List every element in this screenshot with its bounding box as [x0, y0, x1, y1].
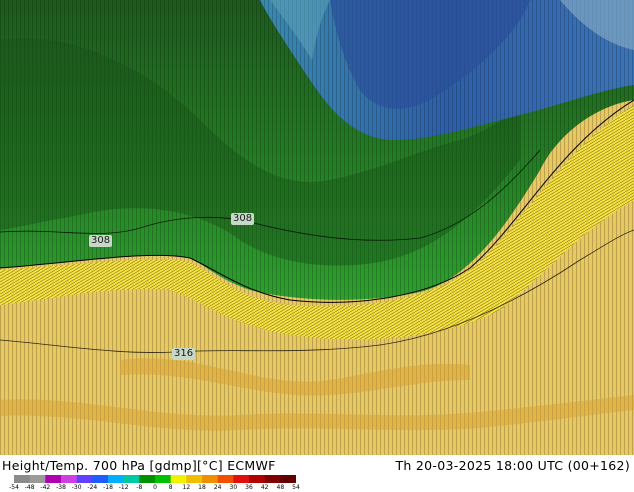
colorbar-segment [45, 475, 62, 483]
colorbar-ticks: -54 -48 -42 -38 -30 -24 -18 -12 -8 0 8 12 18 24 30 36 42… [0, 484, 300, 492]
colorbar-segment [249, 475, 266, 483]
colorbar-segment [108, 475, 125, 483]
colorbar-segment [76, 475, 93, 483]
colorbar-segment [186, 475, 203, 483]
colorbar-segment [217, 475, 234, 483]
contour-label: 316 [172, 348, 196, 360]
colorbar-segment [170, 475, 187, 483]
colorbar-segment [123, 475, 140, 483]
map-canvas [0, 0, 634, 455]
colorbar-segment [14, 475, 31, 483]
contour-label: 308 [89, 235, 113, 247]
colorbar-segment [139, 475, 156, 483]
colorbar-segment [233, 475, 250, 483]
colorbar-segment [155, 475, 172, 483]
weather-map: 308 308 316 [0, 0, 634, 455]
colorbar-segment [264, 475, 281, 483]
contour-label: 308 [231, 213, 255, 225]
colorbar-segment [280, 475, 296, 483]
colorbar-segment [29, 475, 46, 483]
forecast-time: Th 20-03-2025 18:00 UTC (00+162) [395, 458, 630, 473]
colorbar-segment [202, 475, 219, 483]
colorbar-segment [61, 475, 78, 483]
map-footer: Height/Temp. 700 hPa [gdmp][°C] ECMWF Th… [0, 455, 634, 492]
colorbar-segment [92, 475, 109, 483]
map-title: Height/Temp. 700 hPa [gdmp][°C] ECMWF [2, 458, 276, 473]
colorbar [14, 475, 296, 483]
